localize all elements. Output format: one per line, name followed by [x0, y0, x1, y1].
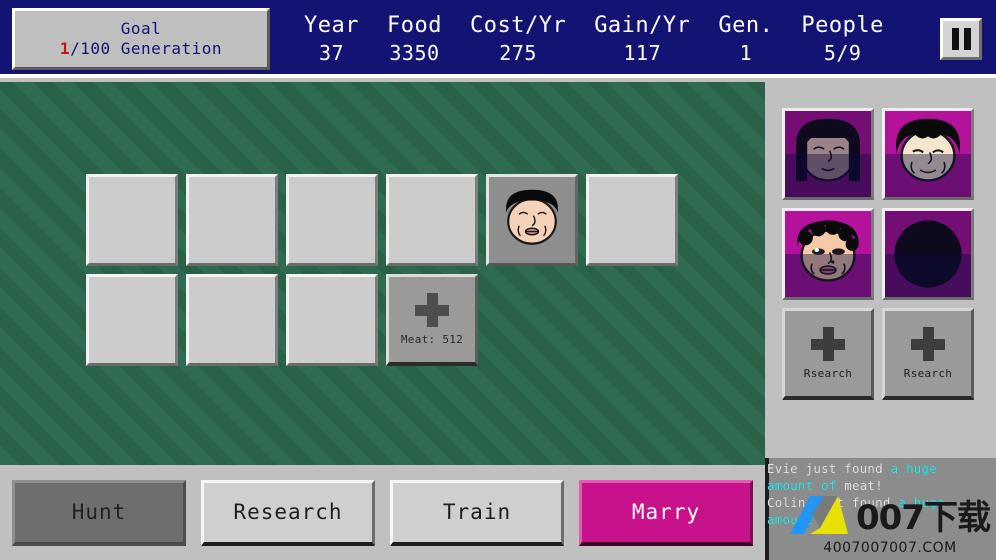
goal-title: Goal	[120, 19, 162, 38]
stat-generation: Gen. 1	[704, 12, 787, 67]
stat-year-value: 37	[318, 41, 345, 66]
goal-progress: 1/100 Generation	[60, 39, 222, 59]
stat-gain-value: 117	[623, 41, 662, 66]
stat-people-label: People	[801, 12, 884, 38]
stat-people-value: 5/9	[823, 41, 862, 66]
portrait-face-icon	[788, 214, 868, 294]
log-line: Colin just found a huge	[767, 494, 996, 511]
rsearch-button[interactable]: Rsearch	[782, 308, 874, 400]
stat-year: Year 37	[290, 12, 373, 67]
field-slot-empty[interactable]	[286, 174, 378, 266]
stat-people: People 5/9	[787, 12, 897, 67]
portrait-face-icon	[888, 214, 968, 294]
goal-panel: Goal 1/100 Generation	[12, 8, 270, 70]
log-name: Colin just found	[767, 495, 899, 510]
log-highlight: amount of	[767, 478, 837, 493]
action-button-bar: Hunt Research Train Marry	[0, 465, 765, 560]
portrait-face-icon	[788, 114, 868, 194]
pause-icon-bar2	[963, 28, 971, 50]
stat-gain-label: Gain/Yr	[594, 12, 691, 38]
marry-button[interactable]: Marry	[579, 479, 753, 546]
log-highlight: amount of	[767, 512, 837, 527]
log-highlight: a huge	[898, 495, 945, 510]
top-status-bar: Goal 1/100 Generation Year 37 Food 3350 …	[0, 0, 996, 78]
pause-button[interactable]	[940, 18, 982, 60]
field-slot-empty[interactable]	[286, 274, 378, 366]
log-highlight: a huge	[890, 461, 937, 476]
stat-year-label: Year	[304, 12, 359, 38]
add-meat-button[interactable]: Meat: 512	[386, 274, 478, 366]
stat-gain-per-year: Gain/Yr 117	[580, 12, 704, 67]
meat-count-label: Meat: 512	[400, 333, 464, 346]
right-sidebar: Rsearch Rsearch	[765, 82, 996, 465]
log-name: Evie just found	[767, 461, 891, 476]
rsearch-label: Rsearch	[803, 367, 853, 380]
research-button[interactable]: Research	[201, 479, 375, 546]
field-slot-empty[interactable]	[186, 274, 278, 366]
field-slot-person[interactable]	[486, 174, 578, 266]
log-line: Evie just found a huge	[767, 460, 996, 477]
people-slot-grid: Meat: 512	[86, 174, 686, 374]
candidate-portrait[interactable]	[882, 108, 974, 200]
stat-food: Food 3350	[373, 12, 456, 67]
event-log-panel[interactable]: Evie just found a huge amount of meat! Col…	[765, 458, 996, 560]
person-face-icon	[496, 184, 568, 256]
candidate-portrait[interactable]	[882, 208, 974, 300]
stat-gen-value: 1	[739, 41, 753, 66]
log-tail: meat!	[836, 478, 883, 493]
rsearch-button[interactable]: Rsearch	[882, 308, 974, 400]
candidate-portrait[interactable]	[782, 108, 874, 200]
goal-current: 1	[59, 39, 71, 58]
plus-icon	[911, 327, 945, 361]
log-line: amount of	[767, 511, 996, 528]
field-slot-empty[interactable]	[586, 174, 678, 266]
field-slot-empty[interactable]	[186, 174, 278, 266]
rsearch-label: Rsearch	[903, 367, 953, 380]
goal-rest: /100 Generation	[70, 39, 223, 58]
train-button[interactable]: Train	[390, 479, 564, 546]
stat-food-value: 3350	[389, 41, 440, 66]
game-screen: Goal 1/100 Generation Year 37 Food 3350 …	[0, 0, 996, 560]
field-slot-empty[interactable]	[86, 274, 178, 366]
plus-icon	[811, 327, 845, 361]
portrait-face-icon	[888, 114, 968, 194]
plus-icon	[415, 293, 449, 327]
stats-group: Year 37 Food 3350 Cost/Yr 275 Gain/Yr 11…	[290, 12, 940, 67]
candidate-portrait[interactable]	[782, 208, 874, 300]
field-slot-empty[interactable]	[386, 174, 478, 266]
pause-icon	[951, 28, 959, 50]
portrait-grid: Rsearch Rsearch	[782, 108, 982, 408]
log-line: amount of meat!	[767, 477, 996, 494]
field-slot-empty[interactable]	[86, 174, 178, 266]
stat-cost-per-year: Cost/Yr 275	[456, 12, 580, 67]
hunt-button[interactable]: Hunt	[12, 479, 186, 546]
stat-cost-label: Cost/Yr	[469, 12, 567, 38]
stat-gen-label: Gen.	[718, 12, 774, 38]
stat-food-label: Food	[386, 12, 442, 38]
stat-cost-value: 275	[499, 41, 537, 66]
event-log-lines: Evie just found a huge amount of meat! Col…	[767, 460, 996, 560]
field-area: Meat: 512	[0, 82, 765, 465]
